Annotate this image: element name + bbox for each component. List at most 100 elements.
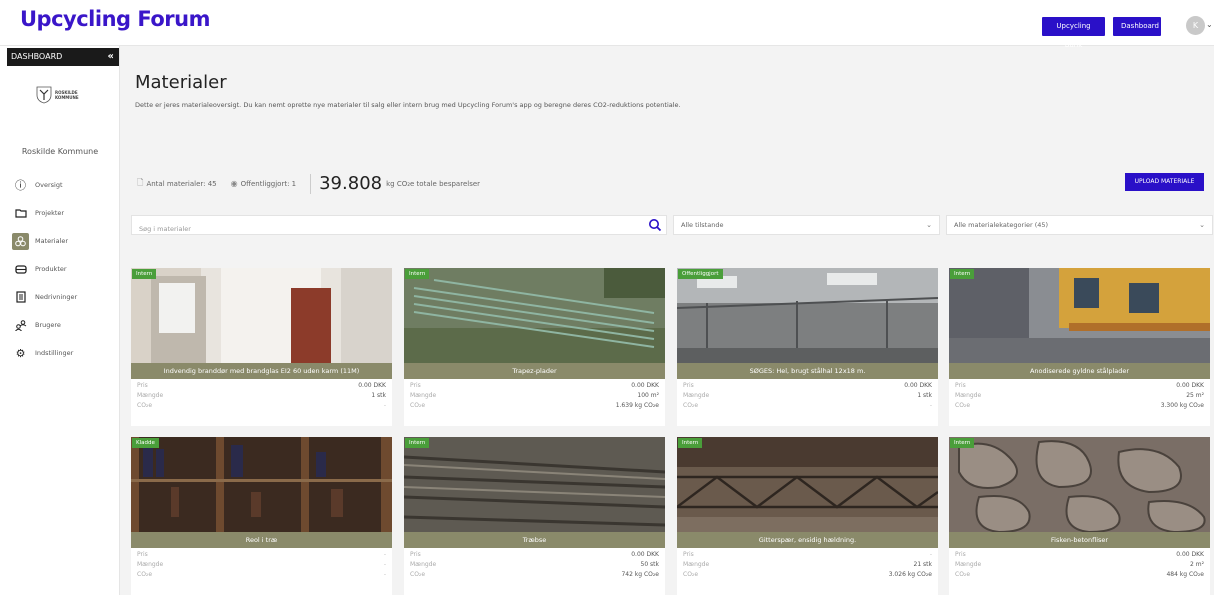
- status-badge: Intern: [950, 269, 975, 279]
- material-card[interactable]: Kladde Reol i træ Pris - Mængde - CO₂e -: [131, 437, 392, 595]
- material-details: Pris 0.00 DKK Mængde 25 m² CO₂e 3.300 kg CO…: [955, 382, 1204, 412]
- material-title: SØGES: Hel, brugt stålhal 12x18 m.: [677, 363, 938, 379]
- sidebar-item-brugere[interactable]: Brugere: [12, 311, 117, 339]
- price-label: Pris: [410, 551, 421, 558]
- material-card[interactable]: Intern Anodiserede gyldne stålplader Pri…: [949, 268, 1210, 426]
- co2-label: CO₂e: [410, 571, 426, 578]
- folder-icon: [12, 205, 29, 222]
- price-label: Pris: [683, 551, 694, 558]
- quantity-value: 50 stk: [640, 561, 660, 568]
- quantity-value: 1 stk: [371, 392, 386, 399]
- sidebar-item-oversigt[interactable]: ⓘ Oversigt: [12, 171, 117, 199]
- organization-logo: ROSKILDE KOMMUNE: [36, 86, 86, 106]
- upcycling-bank-button[interactable]: Upcycling Bank: [1042, 17, 1105, 49]
- material-card[interactable]: Intern Gitterspær, ensidig hældning. Pri…: [677, 437, 938, 595]
- status-badge: Intern: [132, 269, 157, 279]
- co2-value: -: [383, 571, 386, 578]
- sidebar-item-projekter[interactable]: Projekter: [12, 199, 117, 227]
- upload-material-button[interactable]: UPLOAD MATERIALE: [1125, 173, 1204, 191]
- dashboard-button[interactable]: Dashboard: [1113, 17, 1161, 36]
- price-label: Pris: [137, 382, 148, 389]
- material-title: Gitterspær, ensidig hældning.: [677, 532, 938, 548]
- brand-logo[interactable]: Upcycling Forum: [20, 7, 210, 31]
- price-value: 0.00 DKK: [904, 382, 932, 389]
- co2-value: 742 kg CO₂e: [621, 571, 659, 578]
- product-icon: [12, 261, 29, 278]
- status-badge: Intern: [678, 438, 703, 448]
- sidebar-item-label: Indstillinger: [35, 349, 74, 357]
- price-label: Pris: [410, 382, 421, 389]
- quantity-label: Mængde: [410, 561, 437, 568]
- material-details: Pris 0.00 DKK Mængde 2 m² CO₂e 484 kg CO₂e: [955, 551, 1204, 581]
- sidebar-item-indstillinger[interactable]: ⚙ Indstillinger: [12, 339, 117, 367]
- price-label: Pris: [137, 551, 148, 558]
- organization-name: Roskilde Kommune: [21, 147, 99, 156]
- material-card[interactable]: Intern Træbse Pris 0.00 DKK Mængde 50 stk …: [404, 437, 665, 595]
- price-label: Pris: [955, 382, 966, 389]
- page-description: Dette er jeres materialeoversigt. Du kan…: [135, 101, 681, 109]
- sidebar-item-nedrivninger[interactable]: Nedrivninger: [12, 283, 117, 311]
- material-title: Reol i træ: [131, 532, 392, 548]
- quantity-value: 100 m²: [637, 392, 659, 399]
- savings-label: kg CO₂e totale besparelser: [386, 179, 481, 188]
- category-filter[interactable]: Alle materialekategorier (45) ⌄: [946, 215, 1213, 235]
- status-badge: Intern: [950, 438, 975, 448]
- co2-label: CO₂e: [410, 402, 426, 409]
- collapse-icon[interactable]: «: [108, 48, 114, 66]
- co2-label: CO₂e: [683, 402, 699, 409]
- material-details: Pris - Mængde - CO₂e -: [137, 551, 386, 581]
- top-bar: Upcycling Forum Upcycling Bank Dashboard…: [0, 0, 1214, 49]
- sidebar-header: DASHBOARD «: [7, 48, 119, 66]
- co2-label: CO₂e: [683, 571, 699, 578]
- material-title: Træbse: [404, 532, 665, 548]
- published-count-text: Offentliggjort: 1: [240, 179, 297, 188]
- status-badge: Kladde: [132, 438, 159, 448]
- material-card[interactable]: Intern Fisken-betonfliser Pris 0.00 DKK M…: [949, 437, 1210, 595]
- material-card[interactable]: Intern Indvendig branddør med brandglas …: [131, 268, 392, 426]
- chevron-down-icon[interactable]: ⌄: [1206, 20, 1213, 29]
- price-label: Pris: [955, 551, 966, 558]
- search-input[interactable]: [132, 220, 632, 238]
- materials-icon: [12, 232, 29, 250]
- page-title: Materialer: [135, 72, 227, 93]
- info-icon: ⓘ: [15, 179, 26, 192]
- sidebar-item-produkter[interactable]: Produkter: [12, 255, 117, 283]
- search-icon[interactable]: [648, 218, 662, 232]
- material-image: Intern: [677, 437, 938, 532]
- condition-filter[interactable]: Alle tilstande ⌄: [673, 215, 940, 235]
- material-image: Offentliggjort: [677, 268, 938, 363]
- material-details: Pris 0.00 DKK Mængde 1 stk CO₂e -: [137, 382, 386, 412]
- material-card[interactable]: Offentliggjort SØGES: Hel, brugt stålhal…: [677, 268, 938, 426]
- material-card[interactable]: Intern Trapez-plader Pris 0.00 DKK Mængde…: [404, 268, 665, 426]
- avatar[interactable]: K: [1186, 16, 1205, 35]
- material-image: Kladde: [131, 437, 392, 532]
- co2-value: 3.026 kg CO₂e: [888, 571, 932, 578]
- material-image: Intern: [131, 268, 392, 363]
- quantity-value: -: [383, 561, 386, 568]
- quantity-value: 1 stk: [917, 392, 932, 399]
- co2-label: CO₂e: [955, 402, 971, 409]
- status-badge: Offentliggjort: [678, 269, 723, 279]
- quantity-label: Mængde: [683, 561, 710, 568]
- price-value: 0.00 DKK: [631, 382, 659, 389]
- quantity-label: Mængde: [955, 561, 982, 568]
- chevron-down-icon: ⌄: [926, 221, 932, 229]
- sidebar-item-materialer[interactable]: Materialer: [12, 227, 117, 255]
- material-count-text: Antal materialer: 45: [146, 179, 217, 188]
- quantity-label: Mængde: [137, 561, 164, 568]
- logo-text: ROSKILDE KOMMUNE: [55, 90, 79, 100]
- co2-value: 3.300 kg CO₂e: [1160, 402, 1204, 409]
- quantity-value: 21 stk: [913, 561, 933, 568]
- sidebar-item-label: Nedrivninger: [35, 293, 78, 301]
- price-value: 0.00 DKK: [1176, 551, 1204, 558]
- sidebar-item-label: Brugere: [35, 321, 61, 329]
- status-badge: Intern: [405, 438, 430, 448]
- material-image: Intern: [949, 268, 1210, 363]
- published-count: ◉ Offentliggjort: 1: [231, 179, 296, 188]
- price-value: -: [383, 551, 386, 558]
- material-image: Intern: [404, 437, 665, 532]
- sidebar-item-label: Produkter: [35, 265, 67, 273]
- gear-icon: ⚙: [15, 346, 26, 360]
- material-title: Indvendig branddør med brandglas EI2 60 …: [131, 363, 392, 379]
- co2-label: CO₂e: [955, 571, 971, 578]
